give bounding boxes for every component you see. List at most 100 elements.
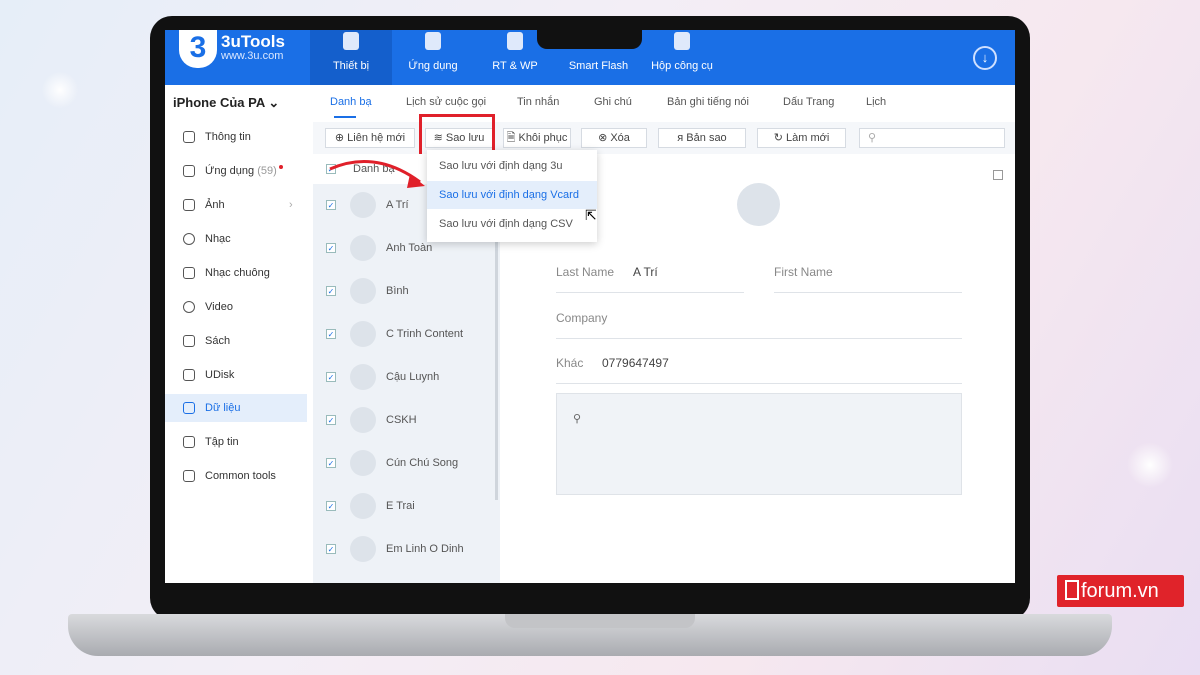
sparkle <box>1125 440 1175 490</box>
mouse-cursor: ⇱ <box>585 207 597 223</box>
avatar <box>350 278 376 304</box>
menu-item-backup-csv[interactable]: Sao lưu với định dạng CSV <box>427 210 597 238</box>
contact-row[interactable]: ✓ E Trai <box>313 485 500 528</box>
divider <box>556 292 744 293</box>
tab-call-history[interactable]: Lịch sử cuộc gọi <box>406 96 486 108</box>
red-arrow-annotation <box>329 159 425 188</box>
contact-checkbox[interactable]: ✓ <box>326 544 336 554</box>
sidebar: iPhone Của PA ⌄ Thông tin Ứng dụng (59) … <box>165 85 310 583</box>
brand-url: www.3u.com <box>221 50 284 62</box>
camera-notch <box>537 30 642 49</box>
refresh-button[interactable]: ↻ Làm mới <box>757 128 846 148</box>
grid-icon <box>183 470 195 482</box>
contact-row[interactable]: ✓ C Trinh Content <box>313 313 500 356</box>
phone-value[interactable]: 0779647497 <box>602 356 669 370</box>
contact-name: Em Linh O Dinh <box>386 543 464 555</box>
last-name-label: Last Name <box>556 265 615 279</box>
nav-apps[interactable]: Ứng dụng <box>392 30 474 85</box>
contact-name: Anh Toàn <box>386 242 433 254</box>
play-icon <box>183 301 195 313</box>
usb-icon <box>183 369 195 381</box>
sidebar-item-label: Video <box>205 301 233 313</box>
sidebar-item-data[interactable]: Dữ liệu <box>165 394 307 422</box>
sidebar-item-video[interactable]: Video <box>165 293 307 321</box>
contact-row[interactable]: ✓ CSKH <box>313 399 500 442</box>
sidebar-item-label: Nhạc <box>205 233 231 245</box>
contact-checkbox[interactable]: ✓ <box>326 415 336 425</box>
chevron-right-icon: › <box>289 199 293 211</box>
sparkle <box>40 70 80 110</box>
new-contact-button[interactable]: ⊕ Liên hệ mới <box>325 128 415 148</box>
bell-icon <box>183 267 195 279</box>
phone-icon <box>183 131 195 143</box>
contact-checkbox[interactable]: ✓ <box>326 200 336 210</box>
contact-row[interactable]: ✓ Cậu Luynh <box>313 356 500 399</box>
menu-item-backup-vcard[interactable]: Sao lưu với định dạng Vcard <box>427 181 597 209</box>
contact-row[interactable]: ✓ Cún Chú Song <box>313 442 500 485</box>
avatar <box>350 192 376 218</box>
divider <box>556 338 962 339</box>
contact-checkbox[interactable]: ✓ <box>326 286 336 296</box>
company-field[interactable]: Company <box>556 311 607 325</box>
sidebar-item-books[interactable]: Sách <box>165 327 307 355</box>
contact-name: Cậu Luynh <box>386 371 440 383</box>
tab-voice-memos[interactable]: Bản ghi tiếng nói <box>667 96 749 108</box>
phone-icon <box>343 32 359 50</box>
contact-checkbox[interactable]: ✓ <box>326 329 336 339</box>
device-selector[interactable]: iPhone Của PA ⌄ <box>173 95 279 111</box>
contact-checkbox[interactable]: ✓ <box>326 501 336 511</box>
sforum-logo-icon <box>1065 580 1079 600</box>
sidebar-item-music[interactable]: Nhạc <box>165 225 307 253</box>
sidebar-item-files[interactable]: Tập tin <box>165 428 307 456</box>
search-input[interactable]: ⚲ <box>859 128 1005 148</box>
app-window: 3 3uTools www.3u.com Thiết bị Ứng dụng R… <box>165 30 1015 583</box>
backup-dropdown-menu: Sao lưu với định dạng 3u Sao lưu với địn… <box>427 150 597 242</box>
menu-item-backup-3u[interactable]: Sao lưu với định dạng 3u <box>427 152 597 180</box>
contact-name: A Trí <box>386 199 409 211</box>
nav-device[interactable]: Thiết bị <box>310 30 392 85</box>
edit-icon[interactable] <box>993 170 1003 180</box>
sidebar-item-label: Ứng dụng <box>205 165 255 177</box>
sidebar-item-label: Common tools <box>205 470 276 482</box>
sidebar-item-apps[interactable]: Ứng dụng (59) <box>165 157 307 185</box>
avatar <box>350 407 376 433</box>
tab-calendar[interactable]: Lịch <box>866 96 886 108</box>
laptop-lip <box>505 614 695 628</box>
watermark-text: forum.vn <box>1081 580 1159 602</box>
notes-field[interactable]: ⚲ <box>556 393 962 495</box>
contact-checkbox[interactable]: ✓ <box>326 372 336 382</box>
tab-contacts[interactable]: Danh bạ <box>330 96 372 108</box>
tab-messages[interactable]: Tin nhắn <box>517 96 559 108</box>
contact-row[interactable]: ✓ Em Linh O Dinh <box>313 528 500 571</box>
avatar <box>350 536 376 562</box>
notification-dot <box>279 165 283 169</box>
avatar <box>350 364 376 390</box>
tab-notes[interactable]: Ghi chú <box>594 96 632 108</box>
last-name-value[interactable]: A Trí <box>633 265 658 279</box>
avatar <box>350 450 376 476</box>
sidebar-item-common-tools[interactable]: Common tools <box>165 462 307 490</box>
divider <box>774 292 962 293</box>
sidebar-item-udisk[interactable]: UDisk <box>165 361 307 389</box>
data-icon <box>183 402 195 414</box>
sidebar-item-photos[interactable]: Ảnh › <box>165 191 307 219</box>
contact-name: CSKH <box>386 414 417 426</box>
sidebar-item-info[interactable]: Thông tin <box>165 123 307 151</box>
nav-label: Ứng dụng <box>408 60 458 72</box>
contact-avatar <box>737 183 780 226</box>
restore-button[interactable]: 🗎 Khôi phục <box>503 128 571 148</box>
download-icon[interactable]: ↓ <box>973 46 997 70</box>
contact-checkbox[interactable]: ✓ <box>326 243 336 253</box>
copy-button[interactable]: ᴙ Bản sao <box>658 128 746 148</box>
search-icon: ⚲ <box>573 413 582 425</box>
sidebar-item-ringtones[interactable]: Nhạc chuông <box>165 259 307 287</box>
sidebar-item-label: Dữ liệu <box>205 402 241 414</box>
sforum-watermark: forum.vn <box>1057 575 1184 607</box>
tab-bookmarks[interactable]: Dấu Trang <box>783 96 834 108</box>
contact-checkbox[interactable]: ✓ <box>326 458 336 468</box>
nav-toolbox[interactable]: Hộp công cụ <box>641 30 723 85</box>
first-name-label[interactable]: First Name <box>774 265 833 279</box>
contact-row[interactable]: ✓ Bình <box>313 270 500 313</box>
delete-button[interactable]: ⊗ Xóa <box>581 128 647 148</box>
divider <box>556 383 962 384</box>
